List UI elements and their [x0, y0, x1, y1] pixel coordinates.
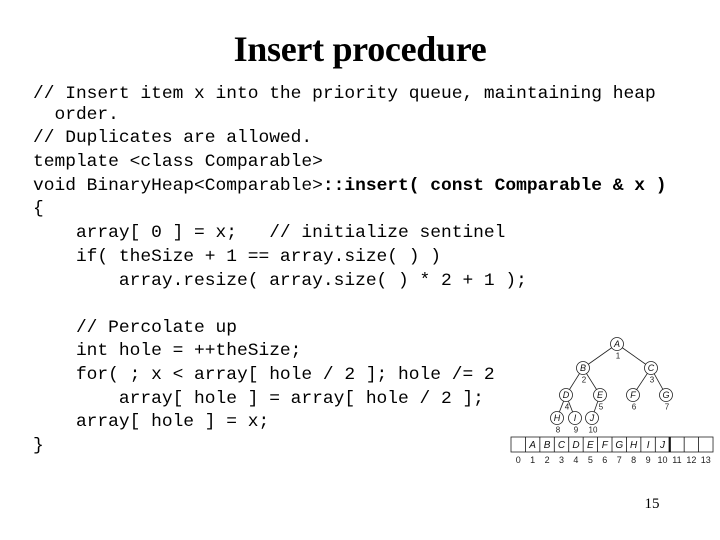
- array-index-label: 5: [588, 455, 593, 465]
- code-text: }: [33, 436, 44, 456]
- code-text: order.: [33, 105, 119, 125]
- code-text: for( ; x < array[ hole / 2 ]; hole /= 2 …: [33, 365, 517, 385]
- code-text: // Percolate up: [33, 318, 237, 338]
- array-index-label: 0: [516, 455, 521, 465]
- tree-edge: [622, 347, 646, 365]
- array-index-label: 6: [602, 455, 607, 465]
- code-text: int hole = ++theSize;: [33, 341, 302, 361]
- tree-node-label: A: [613, 339, 620, 349]
- tree-node-index: 5: [599, 403, 604, 412]
- code-text: {: [33, 199, 44, 219]
- code-line: if( theSize + 1 == array.size( ) ): [33, 247, 441, 267]
- tree-node-index: 7: [665, 403, 670, 412]
- array-cell-value: F: [602, 440, 609, 451]
- array-cell-value: J: [659, 440, 666, 451]
- tree-edge: [588, 347, 612, 365]
- array-cell-value: C: [558, 440, 566, 451]
- array-cell-value: D: [572, 440, 579, 451]
- tree-node-index: 3: [650, 376, 655, 385]
- code-line: // Duplicates are allowed.: [33, 128, 312, 148]
- array-index-label: 3: [559, 455, 564, 465]
- tree-node-index: 4: [565, 403, 570, 412]
- tree-node-index: 10: [589, 426, 598, 435]
- code-text: template <class Comparable>: [33, 152, 323, 172]
- array-cell-value: I: [647, 440, 650, 451]
- tree-edge: [586, 373, 597, 390]
- array-index-label: 12: [686, 455, 696, 465]
- array-index-label: 11: [672, 455, 681, 465]
- code-text: void BinaryHeap<Comparable>: [33, 176, 323, 196]
- code-text: array.resize( array.size( ) * 2 + 1 );: [33, 271, 527, 291]
- array-index-label: 2: [545, 455, 550, 465]
- tree-edge: [593, 401, 599, 412]
- code-line: template <class Comparable>: [33, 152, 323, 172]
- tree-edge: [569, 373, 580, 390]
- array-index-label: 8: [631, 455, 636, 465]
- code-line: array.resize( array.size( ) * 2 + 1 );: [33, 271, 527, 291]
- array-cell-value: B: [544, 440, 551, 451]
- page-number: 15: [644, 496, 660, 512]
- array-cell-value: A: [528, 440, 536, 451]
- tree-node-label: B: [580, 363, 586, 373]
- array-index-label: 7: [617, 455, 622, 465]
- tree-edge: [558, 400, 565, 413]
- tree-edge: [636, 373, 648, 390]
- code-line: order.: [33, 105, 119, 125]
- code-text: array[ hole ] = x;: [33, 412, 270, 432]
- code-line: // Insert item x into the priority queue…: [33, 84, 656, 104]
- code-line: array[ 0 ] = x; // initialize sentinel: [33, 223, 505, 243]
- code-line: int hole = ++theSize;: [33, 341, 301, 361]
- array-index-label: 1: [530, 455, 535, 465]
- tree-node-index: 6: [632, 403, 637, 412]
- code-text: // Insert item x into the priority queue…: [33, 84, 656, 104]
- tree-node-label: J: [589, 413, 595, 423]
- code-bold-text: ::insert( const Comparable & x ): [322, 176, 667, 196]
- array-cell-value: H: [630, 440, 638, 451]
- tree-edge: [653, 373, 664, 390]
- tree-node-label: E: [597, 390, 604, 400]
- tree-node-index: 9: [574, 426, 579, 435]
- tree-node-index: 8: [556, 426, 561, 435]
- code-text: if( theSize + 1 == array.size( ) ): [33, 247, 441, 267]
- code-text: array[ hole ] = array[ hole / 2 ];: [33, 389, 484, 409]
- tree-node-label: H: [554, 413, 561, 423]
- tree-node-label: C: [648, 363, 655, 373]
- code-line: array[ hole ] = x;: [33, 412, 269, 432]
- code-block: // Insert item x into the priority queue…: [33, 84, 666, 456]
- tree-node-index: 1: [616, 352, 621, 361]
- code-line: }: [33, 436, 44, 456]
- code-text: // Duplicates are allowed.: [33, 128, 313, 148]
- code-line: void BinaryHeap<Comparable>::insert( con…: [33, 176, 666, 196]
- code-line: for( ; x < array[ hole / 2 ]; hole /= 2 …: [33, 365, 516, 385]
- code-text: array[ 0 ] = x; // initialize sentinel: [33, 223, 506, 243]
- code-line: {: [33, 199, 44, 219]
- slide-title: Insert procedure: [233, 29, 487, 69]
- code-line: array[ hole ] = array[ hole / 2 ];: [33, 389, 484, 409]
- array-cell-value: E: [587, 440, 594, 451]
- tree-node-index: 2: [582, 376, 587, 385]
- code-line: // Percolate up: [33, 318, 237, 338]
- tree-node-label: G: [662, 390, 669, 400]
- array-index-label: 10: [658, 455, 668, 465]
- array-index-label: 4: [573, 455, 578, 465]
- heap-diagram: A 1 B 2 C 3 D 4 E 5 F 6 G 7 H 8 I 9 J 10 0 A 1 B 2 C 3 D 4 E 5 F 6 G 7 H 8 I 9…: [508, 328, 720, 468]
- array-cell-value: G: [615, 440, 623, 451]
- tree-node-label: F: [630, 390, 636, 400]
- array-index-label: 9: [646, 455, 651, 465]
- slide: Insert procedure // Insert item x into t…: [0, 0, 720, 540]
- tree-node-label: D: [563, 390, 570, 400]
- heap-diagram-svg: A1B2C3D4E5F6G7H8I9J100A1B2C3D4E5F6G7H8I9…: [510, 337, 714, 465]
- array-index-label: 13: [701, 455, 711, 465]
